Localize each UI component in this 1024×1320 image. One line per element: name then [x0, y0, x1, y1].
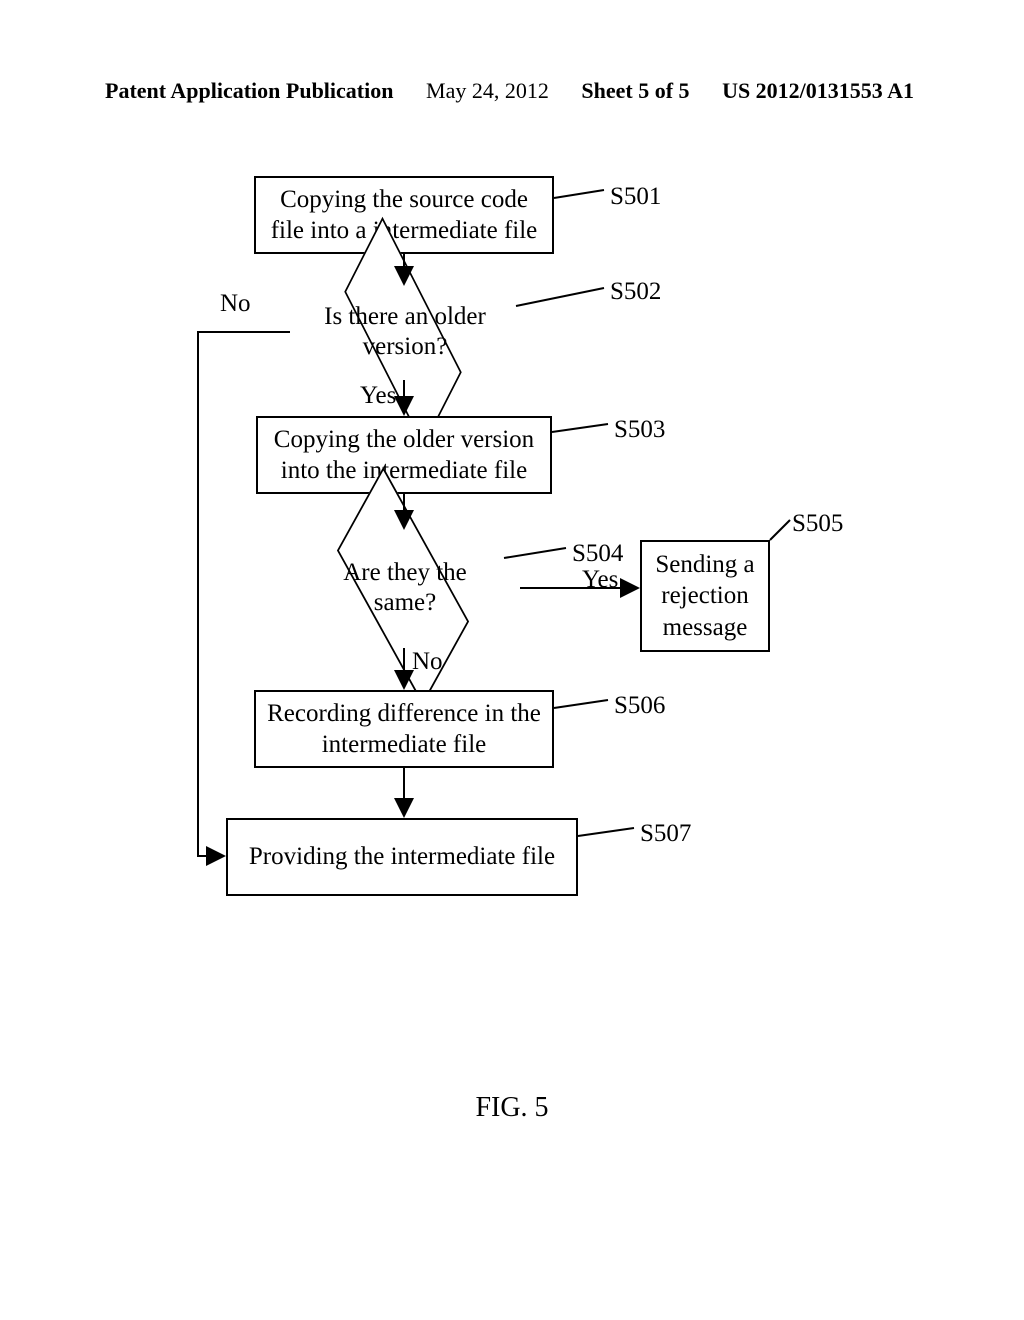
figure-label: FIG. 5 [0, 1092, 1024, 1124]
